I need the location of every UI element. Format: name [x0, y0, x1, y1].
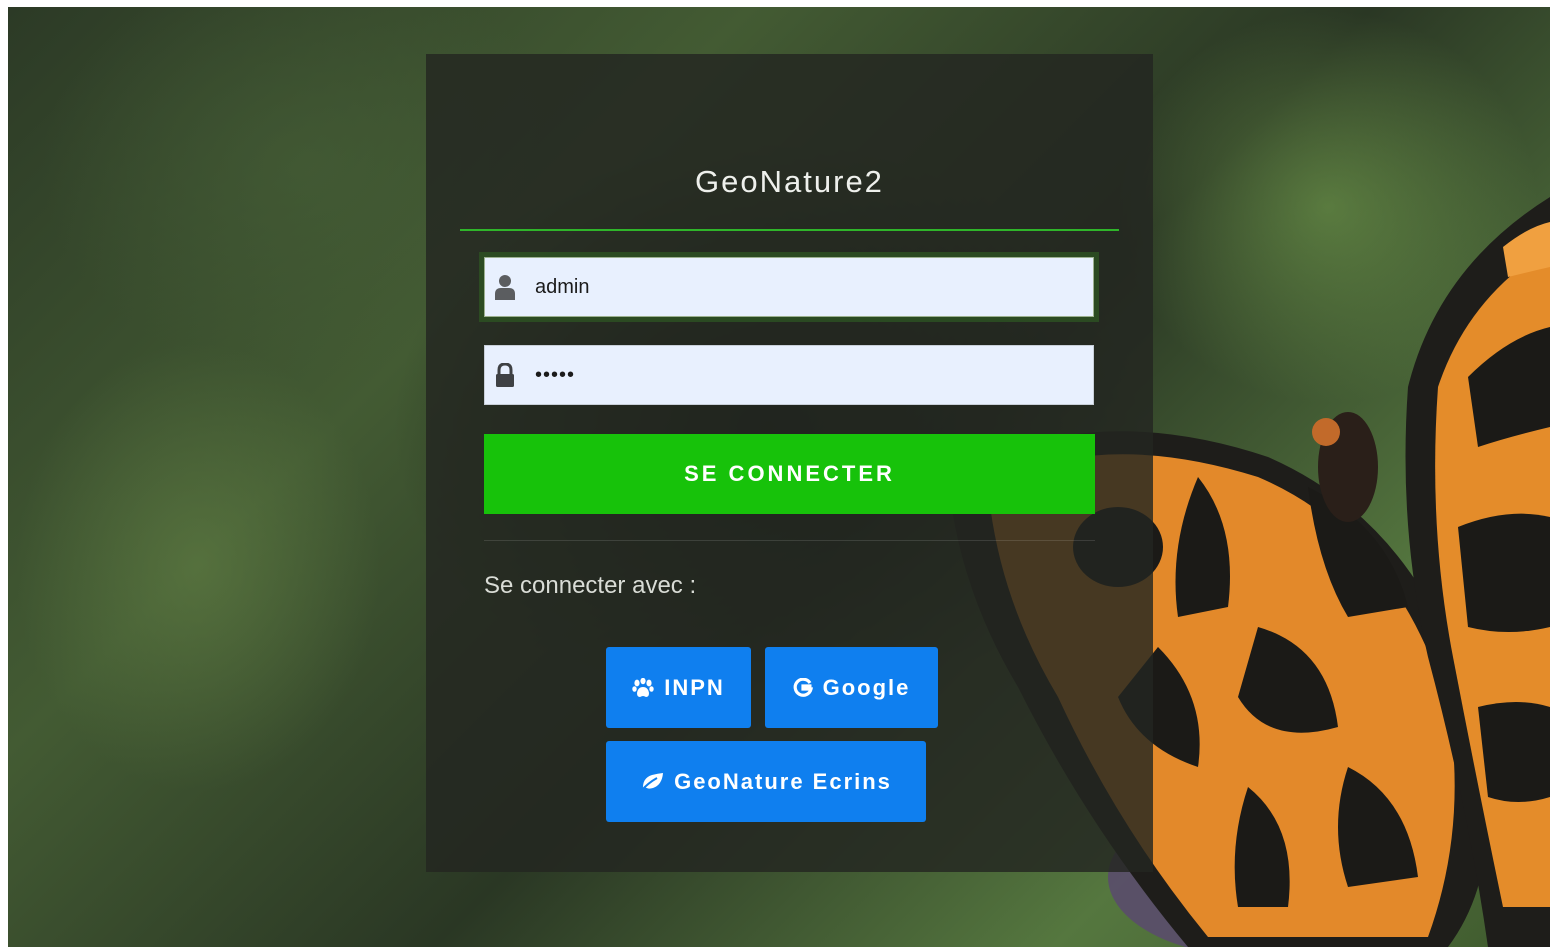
inpn-login-button[interactable]: INPN	[606, 647, 751, 728]
paw-icon	[632, 677, 654, 698]
google-login-button[interactable]: Google	[765, 647, 938, 728]
google-icon	[793, 677, 813, 698]
geonature-ecrins-login-button[interactable]: GeoNature Ecrins	[606, 741, 926, 822]
connect-with-label: Se connecter avec :	[484, 572, 697, 599]
leaf-icon	[640, 772, 664, 792]
password-field[interactable]	[484, 345, 1094, 405]
username-input[interactable]	[525, 258, 1093, 316]
connect-button[interactable]: SE CONNECTER	[484, 434, 1095, 514]
password-input[interactable]	[525, 346, 1093, 404]
lock-icon	[485, 345, 525, 405]
login-page: GeoNature2 SE CONNECTER Se connecte	[8, 7, 1550, 947]
section-divider	[484, 540, 1095, 541]
title-divider	[460, 229, 1119, 231]
app-title: GeoNature2	[695, 164, 884, 199]
username-field[interactable]	[484, 257, 1094, 317]
login-card: GeoNature2 SE CONNECTER Se connecte	[426, 54, 1153, 872]
inpn-label: INPN	[664, 674, 725, 700]
google-label: Google	[822, 674, 911, 700]
geonature-ecrins-label: GeoNature Ecrins	[674, 768, 892, 794]
user-icon	[485, 257, 525, 317]
